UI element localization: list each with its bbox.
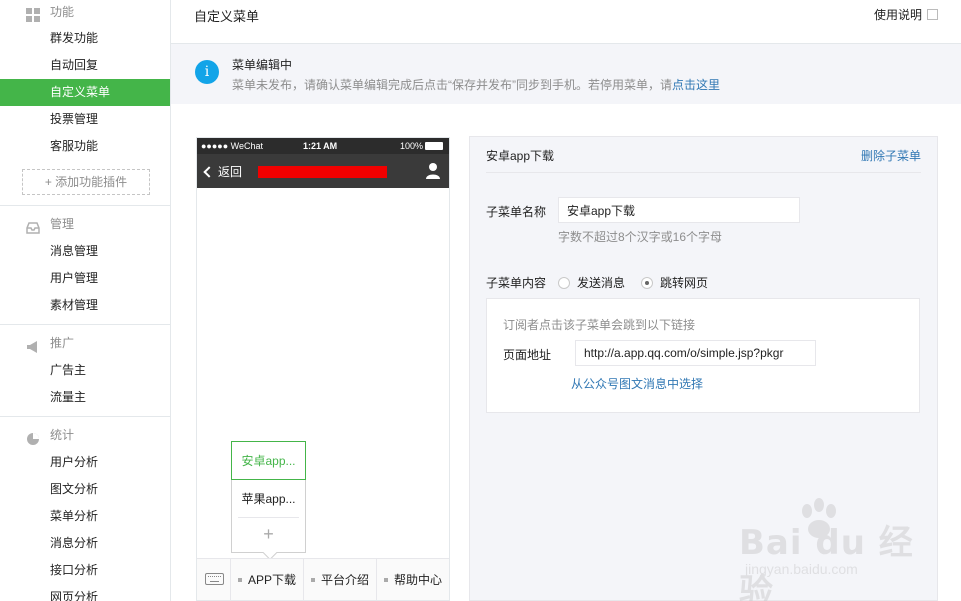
radio-send-message[interactable]: 发送消息 xyxy=(558,274,625,291)
clock-label: 1:21 AM xyxy=(303,141,338,151)
megaphone-icon xyxy=(26,337,40,353)
add-plugin-button[interactable]: + 添加功能插件 xyxy=(22,169,150,195)
submenu-name-input[interactable] xyxy=(558,197,800,223)
editor-header: 安卓app下载 删除子菜单 xyxy=(486,137,921,173)
sidebar-item-auto-reply[interactable]: 自动回复 xyxy=(0,52,170,79)
menu-dot-icon xyxy=(310,577,315,582)
sidebar-item-article-analysis[interactable]: 图文分析 xyxy=(0,476,170,503)
editor-title: 安卓app下载 xyxy=(486,149,555,163)
url-description: 订阅者点击该子菜单会跳到以下链接 xyxy=(503,318,696,332)
sidebar-item-publisher[interactable]: 流量主 xyxy=(0,384,170,411)
sidebar-group-title: 功能 xyxy=(0,0,170,25)
sidebar-item-vote[interactable]: 投票管理 xyxy=(0,106,170,133)
menu-item-label: 帮助中心 xyxy=(393,573,442,587)
menu-item-label: APP下载 xyxy=(247,573,296,587)
sidebar-item-messages[interactable]: 消息管理 xyxy=(0,238,170,265)
battery-label: 100% xyxy=(400,141,424,151)
sidebar-item-custom-menu[interactable]: 自定义菜单 xyxy=(0,79,170,106)
sidebar-item-message-analysis[interactable]: 消息分析 xyxy=(0,530,170,557)
page-header: 自定义菜单 使用说明 xyxy=(171,0,961,44)
help-link-label: 使用说明 xyxy=(873,8,922,22)
radio-checked-icon xyxy=(641,276,653,289)
submenu-item-android[interactable]: 安卓app... xyxy=(231,441,306,480)
name-hint: 字数不超过8个汉字或16个字母 xyxy=(558,230,723,244)
delete-submenu-link[interactable]: 删除子菜单 xyxy=(861,147,921,164)
radio-jump-label: 跳转网页 xyxy=(660,276,709,290)
back-button[interactable]: 返回 xyxy=(203,163,243,180)
sidebar-group-label: 统计 xyxy=(50,428,75,442)
sidebar-item-user-analysis[interactable]: 用户分析 xyxy=(0,449,170,476)
radio-unchecked-icon xyxy=(558,276,570,289)
notice-message: 菜单未发布，请确认菜单编辑完成后点击“保存并发布”同步到手机。若停用菜单，请 xyxy=(232,78,672,92)
document-icon xyxy=(927,9,938,20)
submenu-popup: 安卓app... 苹果app... + xyxy=(231,441,306,561)
notice-banner: i 菜单编辑中 菜单未发布，请确认菜单编辑完成后点击“保存并发布”同步到手机。若… xyxy=(171,44,961,104)
sidebar-item-users[interactable]: 用户管理 xyxy=(0,265,170,292)
keyboard-icon xyxy=(205,573,224,585)
phone-status-bar: ●●●●● WeChat 1:21 AM 100% xyxy=(197,138,449,154)
battery-icon xyxy=(425,142,443,150)
name-label: 子菜单名称 xyxy=(486,205,547,219)
sidebar-group-promotion: 推广 广告主 流量主 xyxy=(0,325,170,411)
menu-item-platform-intro[interactable]: 平台介绍 xyxy=(304,559,377,600)
info-icon: i xyxy=(195,60,219,84)
sidebar-item-api-analysis[interactable]: 接口分析 xyxy=(0,557,170,584)
phone-menu-bar: APP下载 平台介绍 帮助中心 xyxy=(197,558,449,600)
redacted-title xyxy=(258,166,387,178)
content-label: 子菜单内容 xyxy=(486,276,547,290)
phone-preview: ●●●●● WeChat 1:21 AM 100% 返回 安卓app... 苹果… xyxy=(196,137,450,601)
baidu-watermark: Bai du 经验 jingyan.baidu.com xyxy=(737,497,947,601)
notice-title: 菜单编辑中 xyxy=(232,58,293,72)
submenu-item-ios[interactable]: 苹果app... xyxy=(238,480,299,518)
sidebar-group-features: 功能 群发功能 自动回复 自定义菜单 投票管理 客服功能 + 添加功能插件 xyxy=(0,0,170,195)
back-label: 返回 xyxy=(218,165,243,179)
sidebar-group-stats: 统计 用户分析 图文分析 菜单分析 消息分析 接口分析 网页分析 xyxy=(0,417,170,601)
sidebar-group-label: 推广 xyxy=(50,336,75,350)
url-label: 页面地址 xyxy=(503,348,552,362)
watermark-brand: Bai du 经验 xyxy=(739,523,914,601)
grid-icon xyxy=(26,6,40,22)
page-url-input[interactable] xyxy=(575,340,816,366)
menu-item-app-download[interactable]: APP下载 xyxy=(231,559,304,600)
page-title: 自定义菜单 xyxy=(194,9,260,24)
watermark-url: jingyan.baidu.com xyxy=(745,561,858,577)
sidebar-group-manage: 管理 消息管理 用户管理 素材管理 xyxy=(0,206,170,319)
sidebar-group-label: 管理 xyxy=(50,217,75,231)
radio-jump-url[interactable]: 跳转网页 xyxy=(641,274,708,291)
url-settings-box: 订阅者点击该子菜单会跳到以下链接 页面地址 从公众号图文消息中选择 xyxy=(486,298,920,413)
carrier-label: ●●●●● WeChat xyxy=(201,141,264,151)
sidebar-item-menu-analysis[interactable]: 菜单分析 xyxy=(0,503,170,530)
disable-menu-link[interactable]: 点击这里 xyxy=(672,78,720,92)
pie-chart-icon xyxy=(26,429,40,445)
keyboard-toggle[interactable] xyxy=(197,559,231,600)
notice-text: 菜单未发布，请确认菜单编辑完成后点击“保存并发布”同步到手机。若停用菜单，请点击… xyxy=(232,76,720,93)
sidebar-item-web-analysis[interactable]: 网页分析 xyxy=(0,584,170,601)
menu-item-label: 平台介绍 xyxy=(320,573,369,587)
sidebar-item-customer-service[interactable]: 客服功能 xyxy=(0,133,170,160)
sidebar-item-mass-send[interactable]: 群发功能 xyxy=(0,25,170,52)
choose-from-articles-link[interactable]: 从公众号图文消息中选择 xyxy=(571,375,703,392)
sidebar-item-advertiser[interactable]: 广告主 xyxy=(0,357,170,384)
menu-item-help-center[interactable]: 帮助中心 xyxy=(377,559,449,600)
help-link[interactable]: 使用说明 xyxy=(874,6,938,23)
sidebar-group-title: 推广 xyxy=(0,330,170,357)
phone-nav-bar: 返回 xyxy=(197,154,449,188)
menu-dot-icon xyxy=(383,577,388,582)
sidebar-group-label: 功能 xyxy=(50,5,75,19)
user-icon[interactable] xyxy=(425,162,441,180)
menu-dot-icon xyxy=(237,577,242,582)
sidebar-group-title: 统计 xyxy=(0,422,170,449)
inbox-icon xyxy=(26,218,40,234)
chevron-left-icon xyxy=(203,165,215,178)
sidebar: 功能 群发功能 自动回复 自定义菜单 投票管理 客服功能 + 添加功能插件 管理… xyxy=(0,0,171,601)
sidebar-group-title: 管理 xyxy=(0,211,170,238)
radio-send-label: 发送消息 xyxy=(577,276,626,290)
sidebar-item-materials[interactable]: 素材管理 xyxy=(0,292,170,319)
